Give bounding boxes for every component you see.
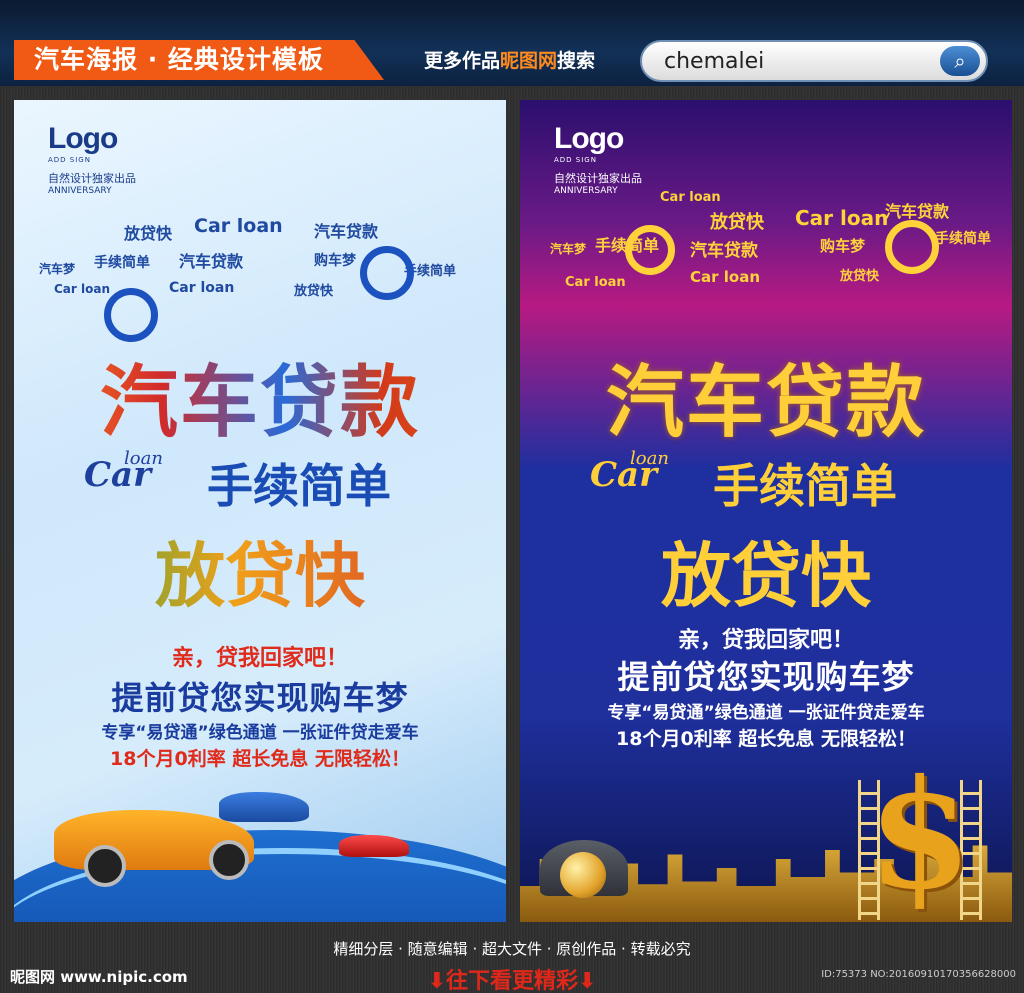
description: 专享“易贷通”绿色通道 一张证件贷走爱车 <box>101 723 419 743</box>
cloud-word: 手续简单 <box>935 231 991 247</box>
logo-text: Logo <box>554 122 624 155</box>
cloud-word: Car loan <box>565 275 626 290</box>
cloud-word: Car loan <box>54 282 110 296</box>
subhead: 手续简单 <box>713 459 897 513</box>
cloud-word: 汽车贷款 <box>314 222 379 241</box>
more-prefix: 更多作品 <box>424 50 501 72</box>
cloud-word: 放贷快 <box>294 284 334 299</box>
features-text: 精细分层 · 随意编辑 · 超大文件 · 原创作品 · 转载必究 <box>333 940 691 958</box>
car-wheel-icon <box>84 845 126 887</box>
cloud-word: Car loan <box>194 215 283 237</box>
red-car-icon <box>339 835 409 857</box>
dollar-sign-icon: $ <box>867 747 973 922</box>
cloud-word: Car loan <box>169 280 235 296</box>
cloud-word: Car loan <box>660 190 721 205</box>
search-input[interactable] <box>664 46 934 76</box>
cloud-word: 放贷快 <box>710 212 764 233</box>
main-title: 提前贷您实现购车梦 <box>111 679 409 717</box>
template-tag: 汽车海报 · 经典设计模板 <box>14 40 384 80</box>
site-name-link[interactable]: 昵图网 <box>500 50 557 72</box>
wheel-icon <box>104 288 158 342</box>
cloud-word: 手续简单 <box>94 255 150 271</box>
headline: 汽车贷款 <box>14 340 506 452</box>
poster-dark: Logo ADD SIGN 自然设计独家出品 ANNIVERSARY Car l… <box>520 100 1012 922</box>
description: 专享“易贷通”绿色通道 一张证件贷走爱车 <box>607 703 925 723</box>
search-button[interactable]: ⌕ <box>940 46 980 76</box>
car-word-cloud: 放贷快 Car loan 汽车贷款 汽车梦 手续简单 汽车贷款 购车梦 Car … <box>34 180 484 342</box>
wheel-icon <box>360 246 414 300</box>
cloud-word: 放贷快 <box>840 269 880 284</box>
slogan: 亲，贷我回家吧！ <box>677 628 854 653</box>
magnifier-icon: ⌕ <box>954 49 966 73</box>
headline-2: 放贷快 <box>661 534 871 617</box>
car-word-cloud: Car loan 放贷快 Car loan 汽车贷款 汽车梦 手续简单 汽车贷款… <box>540 180 991 340</box>
headline-2: 放贷快 <box>14 520 506 621</box>
logo-text: Logo <box>48 122 118 155</box>
cloud-word: 汽车梦 <box>550 242 587 256</box>
cloud-word: 购车梦 <box>820 237 866 255</box>
cloud-word: 购车梦 <box>314 253 356 269</box>
top-banner: 汽车海报 · 经典设计模板 更多作品昵图网搜索 ⌕ <box>0 0 1024 86</box>
cloud-word: 汽车贷款 <box>179 252 244 271</box>
search-box: ⌕ <box>640 40 988 82</box>
cloud-word: Car loan <box>690 268 760 286</box>
cloud-word: 汽车贷款 <box>885 202 950 221</box>
car-wheel-icon <box>209 840 249 880</box>
wheel-icon <box>625 225 675 275</box>
cloud-word: Car loan <box>795 206 889 230</box>
more-works-text: 更多作品昵图网搜索 <box>424 46 595 73</box>
offer-text: 18个月0利率 超长免息 无限轻松！ <box>110 748 410 770</box>
cloud-word: 汽车贷款 <box>690 241 758 261</box>
blue-car-icon <box>219 792 309 822</box>
image-id: ID:75373 NO:20160910170356628000 <box>821 969 1016 980</box>
cloud-word: 汽车梦 <box>39 262 76 276</box>
cloud-word: 放贷快 <box>124 224 173 243</box>
logo-small: ADD SIGN <box>48 156 91 164</box>
wheel-icon <box>885 220 939 274</box>
more-suffix: 搜索 <box>557 50 596 72</box>
slogan: 亲，贷我回家吧！ <box>171 646 348 671</box>
main-title: 提前贷您实现购车梦 <box>617 658 915 696</box>
logo-small: ADD SIGN <box>554 156 597 164</box>
subhead: 手续简单 <box>207 459 391 513</box>
pearl-icon <box>560 852 606 898</box>
headline: 汽车贷款 <box>605 357 926 448</box>
poster-light: Logo ADD SIGN 自然设计独家出品 ANNIVERSARY 放贷快 C… <box>14 100 506 922</box>
